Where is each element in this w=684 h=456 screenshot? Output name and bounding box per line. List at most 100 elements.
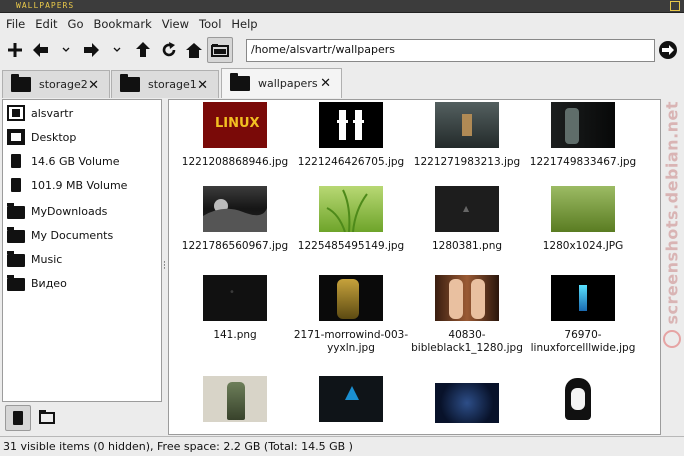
folder-icon <box>7 274 25 291</box>
up-icon[interactable] <box>132 39 154 61</box>
file-name: 1280x1024.JPG <box>542 240 624 252</box>
menu-edit[interactable]: Edit <box>35 17 57 31</box>
folder-icon <box>7 226 25 243</box>
file-item[interactable]: • 141.png <box>177 275 293 342</box>
file-item[interactable]: 2171-morrowind-003-yyxln.jpg <box>293 275 409 355</box>
sidebar-item-label: Видео <box>31 276 67 290</box>
thumbnail <box>319 275 383 321</box>
thumbnail <box>551 102 615 148</box>
tree-view-button[interactable] <box>34 405 60 431</box>
tab-storage2[interactable]: storage2 ✕ <box>2 70 110 98</box>
sidebar-places: alsvartr Desktop 14.6 GB Volume 101.9 MB… <box>2 99 162 402</box>
thumbnail <box>435 275 499 321</box>
file-name: 1221786560967.jpg <box>181 240 289 252</box>
window-close-button[interactable] <box>670 1 680 11</box>
drive-icon <box>11 154 21 168</box>
sidebar-item-music[interactable]: Music <box>7 249 62 269</box>
file-item[interactable]: 1221749833467.jpg <box>525 102 641 169</box>
sidebar-item-my-documents[interactable]: My Documents <box>7 225 113 245</box>
file-item[interactable]: LINUX 1221208868946.jpg <box>177 102 293 169</box>
tab-label: storage2 <box>39 78 88 91</box>
sidebar-item-label: MyDownloads <box>31 204 108 218</box>
file-name: 40830-bibleblack1_1280.jpg <box>411 329 523 354</box>
close-icon[interactable]: ✕ <box>197 78 208 93</box>
folder-view-icon[interactable] <box>207 37 233 63</box>
file-name: 1221271983213.jpg <box>413 156 521 168</box>
thumbnail <box>203 186 267 232</box>
file-name: 1225485495149.jpg <box>297 240 405 252</box>
address-input[interactable]: /home/alsvartr/wallpapers <box>246 39 655 62</box>
file-item[interactable]: 1221271983213.jpg <box>409 102 525 169</box>
file-name: 76970-linuxforcelllwide.jpg <box>530 329 636 354</box>
tab-wallpapers[interactable]: wallpapers ✕ <box>221 68 342 98</box>
file-item[interactable] <box>177 376 293 430</box>
forward-icon[interactable] <box>80 39 102 61</box>
tab-storage1[interactable]: storage1 ✕ <box>111 70 219 98</box>
file-name: 1280381.png <box>431 240 503 252</box>
file-name: 1221749833467.jpg <box>529 156 637 168</box>
sidebar-item-label: 14.6 GB Volume <box>31 154 120 168</box>
sidebar-item-label: 101.9 MB Volume <box>31 178 128 192</box>
sidebar-item-volume-101mb[interactable]: 101.9 MB Volume <box>7 175 127 195</box>
sidebar-item-label: Music <box>31 252 63 266</box>
close-icon[interactable]: ✕ <box>320 76 331 91</box>
thumbnail <box>435 383 499 423</box>
sidebar-item-mydownloads[interactable]: MyDownloads <box>7 201 107 221</box>
window-controls <box>670 1 680 11</box>
folder-icon <box>11 74 31 92</box>
file-item[interactable]: ▲ 1280381.png <box>409 186 525 253</box>
thumbnail: • <box>203 275 267 321</box>
tab-bar: storage2 ✕ storage1 ✕ wallpapers ✕ <box>0 66 684 98</box>
drive-icon <box>13 411 23 425</box>
folder-icon <box>7 250 25 267</box>
file-item[interactable]: 76970-linuxforcelllwide.jpg <box>525 275 641 355</box>
watermark: screenshots.debian.net <box>662 100 684 348</box>
sidebar-item-home[interactable]: alsvartr <box>7 103 73 123</box>
sidebar-item-volume-14gb[interactable]: 14.6 GB Volume <box>7 151 119 171</box>
file-item[interactable] <box>409 383 525 431</box>
thumbnail <box>319 186 383 232</box>
debian-swirl-icon <box>663 330 681 348</box>
sidebar-item-video[interactable]: Видео <box>7 273 67 293</box>
menu-bookmark[interactable]: Bookmark <box>93 17 151 31</box>
folder-icon <box>120 74 140 92</box>
back-icon[interactable] <box>30 39 52 61</box>
file-name: 141.png <box>213 329 257 341</box>
window-titlebar: WALLPAPERS <box>0 0 684 13</box>
home-icon[interactable] <box>183 39 205 61</box>
window-title: WALLPAPERS <box>16 1 75 10</box>
thumbnail <box>319 376 383 422</box>
file-item[interactable] <box>293 376 409 430</box>
file-item[interactable]: 1221246426705.jpg <box>293 102 409 169</box>
reload-icon[interactable] <box>158 39 180 61</box>
menu-view[interactable]: View <box>162 17 189 31</box>
menu-file[interactable]: File <box>6 17 25 31</box>
menu-help[interactable]: Help <box>231 17 257 31</box>
file-item[interactable]: 40830-bibleblack1_1280.jpg <box>409 275 525 355</box>
file-item[interactable]: 1225485495149.jpg <box>293 186 409 253</box>
file-item[interactable]: 1280x1024.JPG <box>525 186 641 253</box>
close-icon[interactable]: ✕ <box>88 78 99 93</box>
thumbnail <box>551 376 615 422</box>
watermark-text: screenshots.debian.net <box>662 100 682 325</box>
folder-icon <box>39 410 55 424</box>
back-history-icon[interactable] <box>60 39 72 61</box>
forward-history-icon[interactable] <box>111 39 123 61</box>
new-icon[interactable] <box>4 39 26 61</box>
go-icon[interactable] <box>659 41 677 59</box>
thumbnail: LINUX <box>203 102 267 148</box>
tab-label: storage1 <box>148 78 197 91</box>
thumbnail: ▲ <box>435 186 499 232</box>
menu-tool[interactable]: Tool <box>199 17 221 31</box>
places-view-button[interactable] <box>5 405 31 431</box>
thumbnail <box>435 102 499 148</box>
file-item[interactable] <box>525 376 641 430</box>
file-item[interactable]: 1221786560967.jpg <box>177 186 293 253</box>
menu-go[interactable]: Go <box>68 17 84 31</box>
pane-splitter[interactable]: · · · <box>163 259 166 274</box>
sidebar-mode-buttons <box>2 402 162 432</box>
desktop-icon <box>7 129 25 145</box>
thumbnail <box>203 376 267 422</box>
tab-label: wallpapers <box>258 77 318 90</box>
sidebar-item-desktop[interactable]: Desktop <box>7 127 76 147</box>
